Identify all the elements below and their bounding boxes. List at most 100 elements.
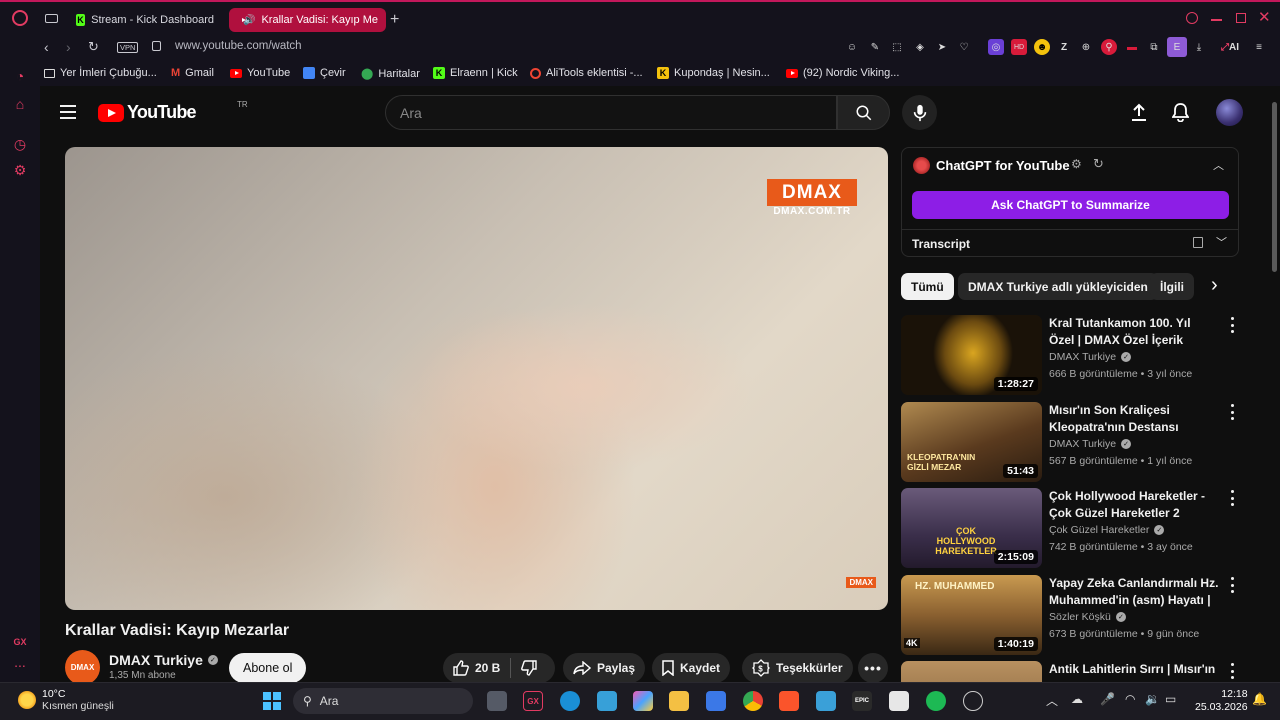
more-vertical-icon[interactable] [1227, 663, 1237, 679]
dislike-button[interactable] [511, 653, 547, 682]
upload-button[interactable] [1129, 102, 1149, 122]
video-thumbnail[interactable] [901, 661, 1042, 682]
recommendation-channel[interactable]: Sözler Köşkü ✓ [1049, 611, 1126, 623]
back-button[interactable]: ‹ [44, 39, 49, 55]
steam-overlay-icon[interactable] [963, 691, 983, 711]
thanks-button[interactable]: $ Teşekkürler [742, 653, 853, 682]
battery-icon[interactable]: ▭ [1165, 692, 1176, 706]
video-thumbnail[interactable]: ÇOK HOLLYWOOD HAREKETLER 2:15:09 [901, 488, 1042, 568]
more-vertical-icon[interactable] [1227, 317, 1237, 333]
instagram-icon[interactable]: ◎ [988, 39, 1004, 55]
gx-label[interactable]: GX [12, 634, 28, 650]
new-tab-button[interactable]: + [390, 11, 399, 29]
reload-button[interactable]: ↻ [88, 39, 99, 55]
close-window-button[interactable]: ✕ [1258, 8, 1271, 26]
task-view-icon[interactable] [487, 691, 507, 711]
bookmark-kupondas[interactable]: K Kupondaş | Nesin... [657, 67, 770, 79]
copy-icon[interactable] [1193, 237, 1203, 248]
microphone-tray-icon[interactable]: 🎤 [1100, 692, 1115, 706]
ask-chatgpt-button[interactable]: Ask ChatGPT to Summarize [912, 191, 1229, 219]
screenshot-icon[interactable]: ⬚ [889, 39, 905, 55]
remote-desktop-icon[interactable] [816, 691, 836, 711]
settings-icon[interactable]: ⚙ [1071, 157, 1082, 171]
windows-start-icon[interactable] [262, 691, 282, 711]
chip-from-uploader[interactable]: DMAX Turkiye adlı yükleyiciden [958, 273, 1158, 300]
taskbar-search[interactable]: ⚲ Ara [293, 688, 473, 714]
bookmark-folder[interactable]: Yer İmleri Çubuğu... [44, 67, 157, 79]
bookmark-gmail[interactable]: M Gmail [171, 67, 214, 79]
more-vertical-icon[interactable] [1227, 490, 1237, 506]
recommendation-item[interactable]: KLEOPATRA'NIN GİZLİ MEZAR 51:43 Mısır'ın… [901, 402, 1241, 484]
recommendation-item[interactable]: 1:28:27 Kral Tutankamon 100. Yıl Özel | … [901, 315, 1241, 397]
channel-name[interactable]: DMAX Turkiye ✓ [109, 652, 218, 668]
subscribe-button[interactable]: Abone ol [229, 653, 307, 682]
shield-icon[interactable]: ◈ [912, 39, 928, 55]
weather-widget[interactable]: 10°C Kısmen güneşli [18, 688, 114, 712]
copilot-icon[interactable] [633, 691, 653, 711]
voice-search-button[interactable] [902, 95, 937, 130]
chips-next-chevron-icon[interactable]: › [1211, 274, 1218, 297]
minimize-button[interactable] [1211, 19, 1222, 21]
maximize-button[interactable] [1236, 13, 1246, 23]
collapse-chevron-icon[interactable]: ︿ [1213, 157, 1224, 173]
share-button[interactable]: Paylaş [563, 653, 646, 682]
more-vertical-icon[interactable] [1227, 404, 1237, 420]
hd-icon[interactable]: HD [1011, 39, 1027, 55]
expand-chevron-icon[interactable]: ﹀ [1216, 234, 1227, 250]
channel-avatar[interactable]: DMAX [65, 650, 100, 682]
photos-icon[interactable] [706, 691, 726, 711]
page-scrollbar[interactable] [1270, 86, 1280, 682]
scrollbar-thumb[interactable] [1272, 102, 1277, 272]
transcript-label[interactable]: Transcript [912, 237, 970, 251]
recommendation-channel[interactable]: Çok Güzel Hareketler ✓ [1049, 524, 1165, 536]
search-ext-icon[interactable]: ⚲ [1101, 39, 1117, 55]
bookmark-nordic-viking[interactable]: (92) Nordic Viking... [786, 67, 899, 79]
youtube-logo[interactable]: YouTube TR [98, 100, 248, 123]
search-input[interactable] [386, 96, 836, 129]
opera-gx-taskbar-icon[interactable]: GX [523, 691, 543, 711]
file-explorer-icon[interactable] [669, 691, 689, 711]
vpn-badge[interactable]: VPN [117, 42, 139, 53]
tab-youtube-video[interactable]: 🔊 Krallar Vadisi: Kayıp Me [229, 8, 386, 32]
notepad-icon[interactable] [597, 691, 617, 711]
epic-games-icon[interactable]: EPIC [852, 691, 872, 711]
send-icon[interactable]: ➤ [934, 39, 950, 55]
opera-logo-icon[interactable] [12, 10, 28, 26]
sidebar-more-icon[interactable]: ... [12, 654, 28, 670]
url-field[interactable]: www.youtube.com/watch [175, 40, 302, 52]
notification-bell-icon[interactable]: 🔔 [1252, 692, 1267, 706]
menu-icon[interactable]: ≡ [1251, 39, 1267, 55]
z-ext-icon[interactable]: Z [1056, 39, 1072, 55]
settings-gear-icon[interactable]: ⚙ [12, 162, 28, 178]
aria-icon[interactable]: ◔ [12, 68, 28, 84]
bookmark-youtube[interactable]: YouTube [230, 67, 290, 79]
store-icon[interactable] [889, 691, 909, 711]
download-icon[interactable]: ⤓ [1191, 39, 1207, 55]
chrome-icon[interactable] [743, 691, 763, 711]
search-button[interactable] [837, 95, 890, 130]
puzzle-icon[interactable]: ⧉ [1146, 39, 1162, 55]
tray-chevron-icon[interactable]: ︿ [1046, 692, 1058, 709]
wifi-icon[interactable]: ◠ [1125, 692, 1135, 706]
profile-e-icon[interactable]: E [1167, 37, 1187, 57]
video-thumbnail[interactable]: KLEOPATRA'NIN GİZLİ MEZAR 51:43 [901, 402, 1042, 482]
tab-manager-icon[interactable] [45, 14, 58, 23]
gx-corner-icon[interactable]: ⌂ [12, 96, 28, 112]
refresh-icon[interactable]: ↻ [1093, 156, 1104, 172]
aria-ai-icon[interactable]: ⤢ AI [1215, 39, 1245, 55]
tab-kick-dashboard[interactable]: K Stream - Kick Dashboard [68, 8, 222, 32]
hamburger-menu-icon[interactable] [60, 105, 76, 123]
recommendation-channel[interactable]: DMAX Turkiye ✓ [1049, 438, 1132, 450]
video-thumbnail[interactable]: HZ. MUHAMMED 4K 1:40:19 [901, 575, 1042, 655]
more-actions-button[interactable]: ••• [858, 653, 888, 682]
lock-icon[interactable] [152, 41, 161, 51]
chip-all[interactable]: Tümü [901, 273, 954, 300]
chip-related[interactable]: İlgili [1150, 273, 1194, 300]
video-thumbnail[interactable]: 1:28:27 [901, 315, 1042, 395]
bookmark-maps[interactable]: ⬤ Haritalar [361, 67, 420, 81]
edge-icon[interactable] [560, 691, 580, 711]
bookmark-kick[interactable]: K Elraenn | Kick [433, 67, 518, 79]
history-icon[interactable]: ◷ [12, 136, 28, 152]
pin-icon[interactable]: ✎ [867, 39, 883, 55]
onedrive-icon[interactable]: ☁ [1071, 692, 1083, 706]
